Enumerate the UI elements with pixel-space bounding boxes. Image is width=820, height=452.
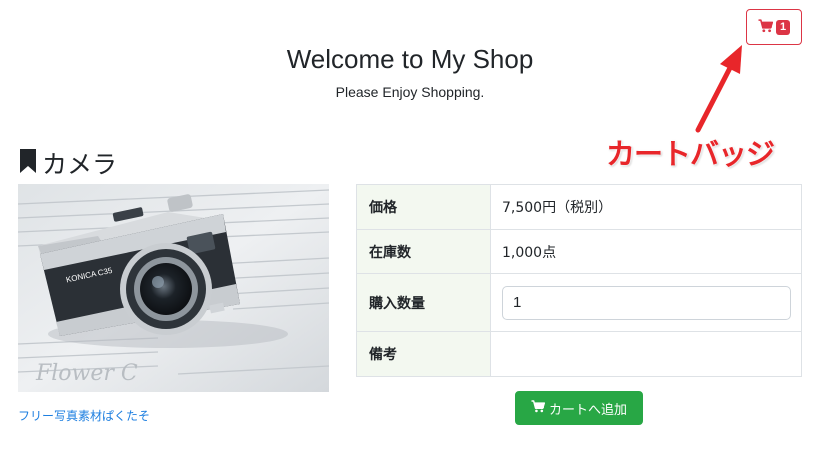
cart-icon xyxy=(531,399,546,417)
stock-label: 在庫数 xyxy=(356,229,491,274)
svg-text:Flower C: Flower C xyxy=(35,361,138,386)
add-to-cart-button[interactable]: カートへ追加 xyxy=(515,391,643,425)
product-spec-table: 価格 7,500円（税別） 在庫数 1,000点 購入数量 備考 xyxy=(356,184,802,377)
price-label: 価格 xyxy=(356,184,491,230)
quantity-cell xyxy=(490,273,802,332)
cart-count-badge: 1 xyxy=(775,19,791,35)
stock-value: 1,000点 xyxy=(490,229,802,274)
quantity-label: 購入数量 xyxy=(356,273,491,332)
bookmark-icon xyxy=(18,148,38,178)
notes-value xyxy=(490,331,802,377)
table-row: 購入数量 xyxy=(356,273,802,332)
table-row: 備考 xyxy=(356,331,802,377)
table-row: 価格 7,500円（税別） xyxy=(356,184,802,230)
quantity-input[interactable] xyxy=(502,285,791,320)
product-heading: カメラ xyxy=(18,145,117,181)
image-credit-link[interactable]: フリー写真素材ぱくたそ xyxy=(18,407,150,424)
product-image: Flower C KONICA C35 xyxy=(18,184,329,392)
price-value: 7,500円（税別） xyxy=(490,184,802,230)
annotation-label: カートバッジ xyxy=(606,137,775,171)
notes-label: 備考 xyxy=(356,331,491,377)
add-to-cart-label: カートへ追加 xyxy=(548,402,627,418)
cart-icon xyxy=(758,18,774,36)
annotation-arrow xyxy=(695,45,742,133)
table-row: 在庫数 1,000点 xyxy=(356,229,802,274)
product-name: カメラ xyxy=(42,150,118,179)
